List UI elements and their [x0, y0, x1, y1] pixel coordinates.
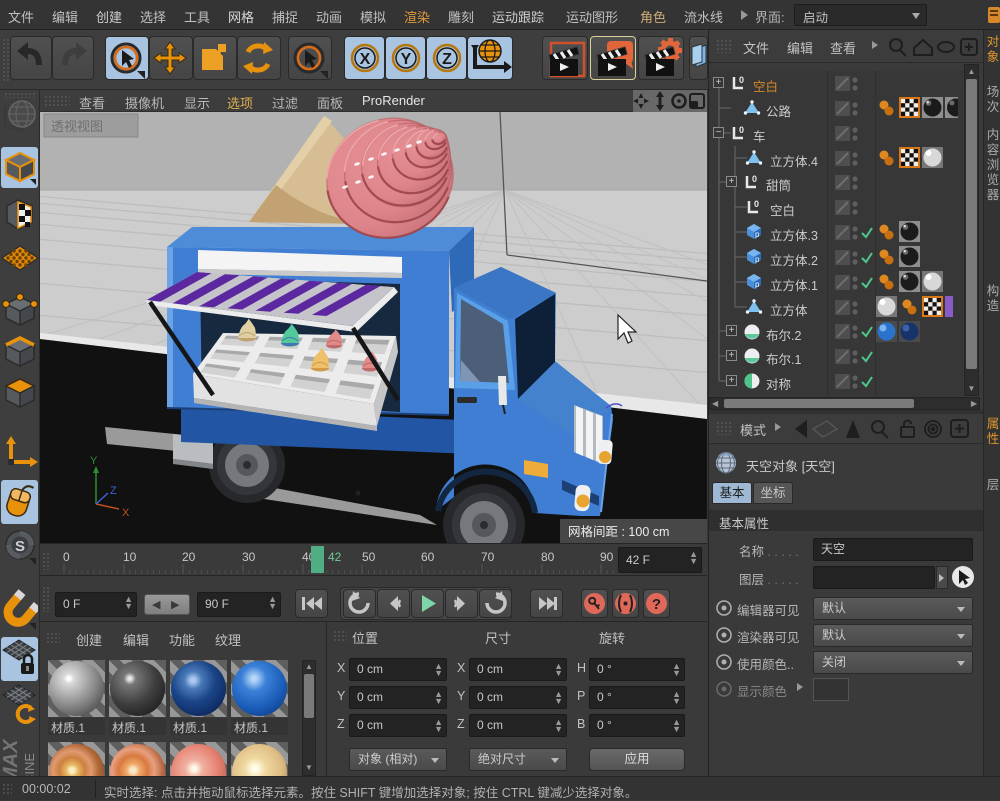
svg-text:30: 30: [242, 550, 256, 564]
svg-text:80: 80: [541, 550, 555, 564]
svg-text:S: S: [15, 538, 25, 555]
svg-text:0: 0: [63, 550, 70, 564]
svg-text:Z: Z: [442, 51, 452, 68]
svg-text:p: p: [755, 255, 760, 264]
svg-text:0: 0: [752, 174, 757, 184]
svg-text:?: ?: [652, 596, 661, 613]
svg-text:Z: Z: [110, 485, 117, 497]
svg-text:X: X: [122, 507, 130, 519]
svg-text:X: X: [360, 51, 371, 68]
svg-text:20: 20: [182, 550, 196, 564]
svg-text:透视视图: 透视视图: [51, 119, 103, 134]
svg-text:42: 42: [328, 550, 342, 564]
svg-text:0: 0: [754, 199, 759, 209]
svg-text:70: 70: [481, 550, 495, 564]
svg-text:10: 10: [123, 550, 137, 564]
svg-text:0: 0: [739, 75, 744, 85]
svg-text:Y: Y: [401, 51, 412, 68]
svg-text:网格间距 : 100 cm: 网格间距 : 100 cm: [568, 524, 669, 539]
svg-text:Y: Y: [90, 455, 98, 467]
svg-text:p: p: [755, 280, 760, 289]
svg-text:50: 50: [362, 550, 376, 564]
svg-text:60: 60: [421, 550, 435, 564]
svg-text:p: p: [755, 230, 760, 239]
svg-text:0: 0: [739, 125, 744, 135]
svg-text:90: 90: [600, 550, 614, 564]
